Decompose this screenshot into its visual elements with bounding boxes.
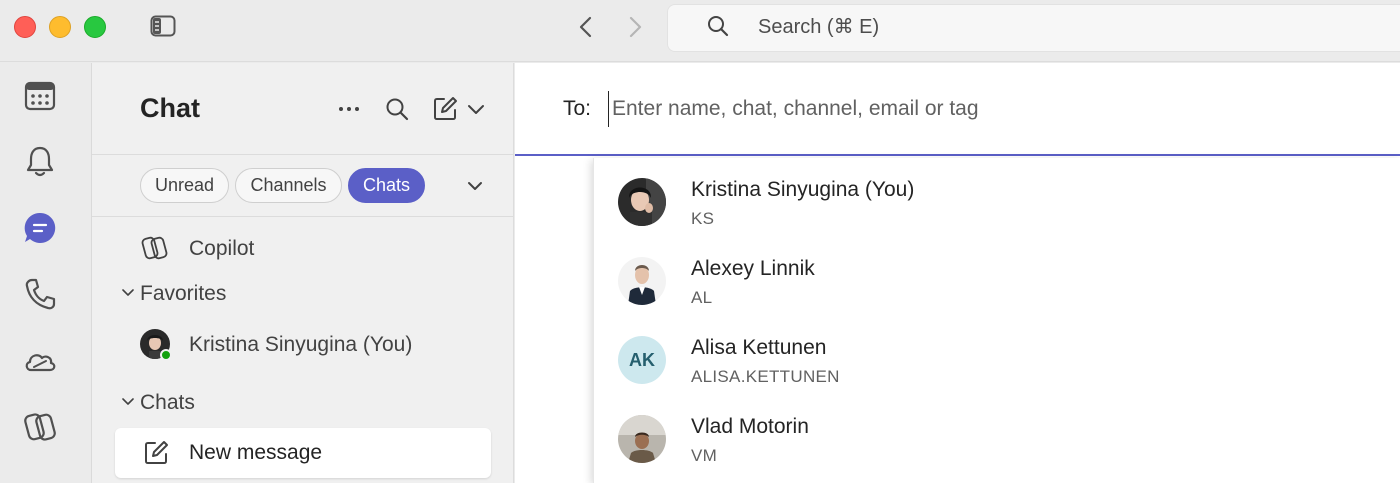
chevron-down-icon[interactable]: [463, 96, 489, 122]
input-focus-underline: [515, 154, 1400, 156]
chevron-down-icon[interactable]: [121, 286, 135, 300]
divider: [92, 216, 514, 217]
zoom-window-button[interactable]: [84, 16, 106, 38]
favorites-section-label[interactable]: Favorites: [140, 282, 226, 306]
title-bar: Search (⌘ E): [0, 0, 1400, 62]
avatar: AK: [618, 336, 666, 384]
recipient-suggestions: Kristina Sinyugina (You) KS Alexey Linni…: [593, 158, 1400, 483]
suggestion-subtitle: ALISA.KETTUNEN: [691, 367, 840, 386]
forward-arrow-icon[interactable]: [624, 14, 646, 40]
cloud-icon[interactable]: [22, 343, 58, 379]
chats-section-label[interactable]: Chats: [140, 391, 195, 415]
new-message-label: New message: [189, 441, 323, 464]
close-window-button[interactable]: [14, 16, 36, 38]
avatar: [618, 178, 666, 226]
suggestion-subtitle: VM: [691, 446, 718, 465]
filter-unread[interactable]: Unread: [140, 168, 229, 203]
phone-icon[interactable]: [22, 276, 58, 312]
filter-chats[interactable]: Chats: [348, 168, 425, 203]
minimize-window-button[interactable]: [49, 16, 71, 38]
page-title: Chat: [140, 93, 200, 123]
suggestion-name: Kristina Sinyugina (You): [691, 178, 915, 201]
recipient-input[interactable]: [608, 91, 1308, 127]
chevron-down-icon[interactable]: [121, 395, 135, 409]
suggestion-name: Alisa Kettunen: [691, 336, 827, 359]
compose-icon[interactable]: [432, 96, 458, 122]
chat-list-pane: Chat Unread Channels Chats Copilot Favor…: [92, 63, 514, 483]
search-icon[interactable]: [384, 96, 410, 122]
suggestion-item[interactable]: AK Alisa Kettunen ALISA.KETTUNEN: [594, 316, 1400, 394]
app-rail: [0, 63, 92, 483]
bell-icon[interactable]: [22, 143, 58, 179]
copilot-icon: [141, 236, 168, 260]
suggestion-name: Vlad Motorin: [691, 415, 809, 438]
presence-available-badge: [160, 349, 172, 361]
suggestion-item[interactable]: Vlad Motorin VM: [594, 395, 1400, 473]
new-message-item[interactable]: New message: [115, 428, 491, 478]
avatar: [618, 415, 666, 463]
copilot-item-label[interactable]: Copilot: [189, 237, 254, 261]
calendar-icon[interactable]: [22, 77, 58, 113]
chevron-down-icon[interactable]: [466, 177, 484, 195]
sidebar-toggle-icon[interactable]: [150, 15, 176, 37]
suggestion-item[interactable]: Alexey Linnik AL: [594, 237, 1400, 315]
back-arrow-icon[interactable]: [575, 14, 597, 40]
chat-icon[interactable]: [22, 210, 58, 246]
compose-icon: [145, 441, 168, 464]
more-options-icon[interactable]: [336, 96, 362, 122]
search-icon: [708, 16, 729, 37]
filter-channels[interactable]: Channels: [235, 168, 342, 203]
copilot-icon[interactable]: [22, 409, 58, 445]
suggestion-subtitle: AL: [691, 288, 713, 307]
suggestion-item[interactable]: Kristina Sinyugina (You) KS: [594, 158, 1400, 236]
divider: [92, 154, 514, 155]
avatar: [618, 257, 666, 305]
search-placeholder: Search (⌘ E): [758, 16, 880, 38]
favorite-chat-label[interactable]: Kristina Sinyugina (You): [189, 333, 412, 357]
suggestion-subtitle: KS: [691, 209, 715, 228]
to-label: To:: [563, 97, 592, 120]
suggestion-name: Alexey Linnik: [691, 257, 815, 280]
